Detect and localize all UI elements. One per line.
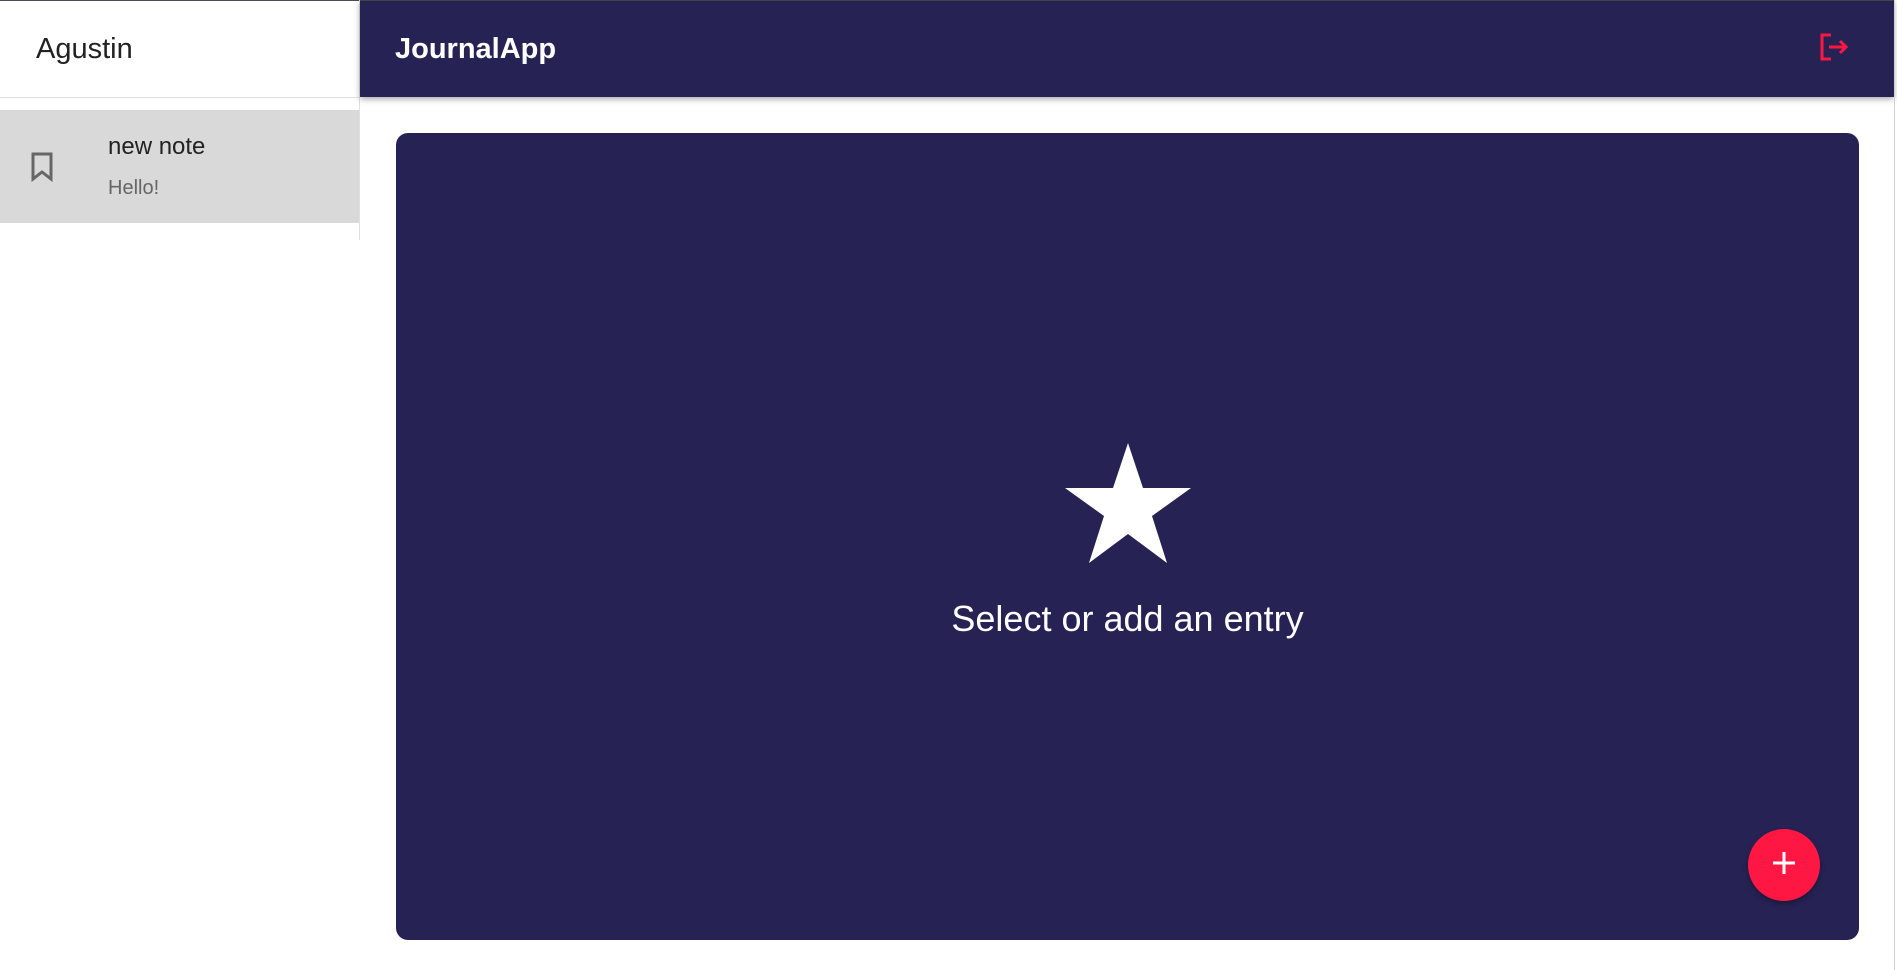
app-title: JournalApp [395, 32, 557, 65]
main-panel: Select or add an entry [396, 133, 1859, 940]
plus-icon [1771, 850, 1797, 881]
sidebar-header: Agustin [0, 0, 359, 98]
star-icon [1064, 443, 1191, 568]
entry-title: new note [108, 133, 206, 160]
window-edge [1894, 0, 1895, 970]
bookmark-icon [0, 152, 108, 182]
list-item[interactable]: new note Hello! [0, 110, 359, 223]
entry-text: new note Hello! [108, 133, 205, 200]
entry-list: new note Hello! [0, 98, 359, 223]
logout-icon [1819, 32, 1849, 67]
sidebar-username: Agustin [36, 32, 133, 65]
add-entry-button[interactable] [1748, 829, 1820, 901]
sidebar: Agustin new note Hello! [0, 0, 360, 240]
logout-button[interactable] [1810, 25, 1858, 73]
empty-state: Select or add an entry [396, 443, 1859, 640]
entry-body: Hello! [108, 177, 160, 199]
empty-state-message: Select or add an entry [951, 598, 1304, 639]
app-bar: JournalApp [360, 0, 1894, 97]
